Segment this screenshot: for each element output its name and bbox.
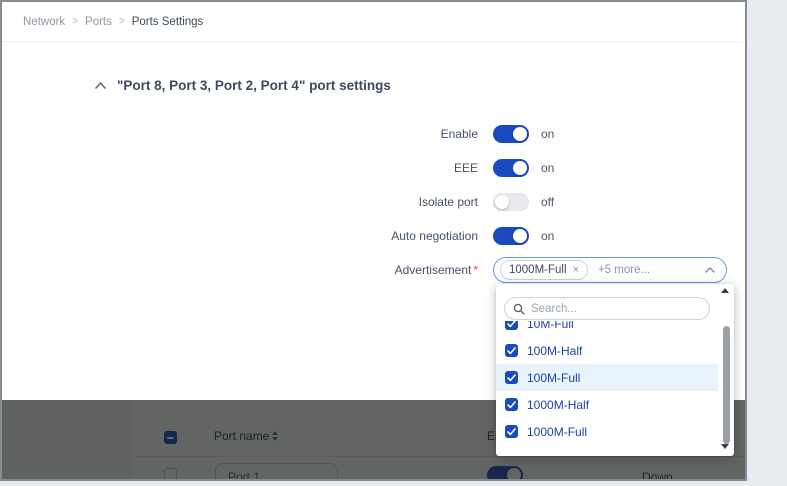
checkbox-checked-icon[interactable] <box>505 398 518 411</box>
isolate-port-toggle[interactable] <box>493 193 529 211</box>
breadcrumb-separator-icon: > <box>72 15 78 28</box>
advertisement-multiselect[interactable]: 1000M-Full × +5 more... <box>493 257 727 283</box>
checkbox-checked-icon[interactable] <box>505 371 518 384</box>
isolate-port-state-text: off <box>541 195 554 209</box>
option-label: 100M-Half <box>527 344 582 358</box>
breadcrumb-separator-icon: > <box>119 15 125 28</box>
advertisement-label: Advertisement* <box>2 263 478 277</box>
eee-label: EEE <box>2 161 478 175</box>
form-row-enable: Enable on <box>2 117 745 151</box>
more-items-text: +5 more... <box>598 264 650 276</box>
auto-negotiation-toggle[interactable] <box>493 227 529 245</box>
select-chevron-up-icon[interactable] <box>705 267 715 273</box>
option-label: 1000M-Full <box>527 425 587 439</box>
eee-state-text: on <box>541 161 554 175</box>
breadcrumb-ports-settings: Ports Settings <box>132 16 204 28</box>
enable-label: Enable <box>2 127 478 141</box>
form-row-isolate-port: Isolate port off <box>2 185 745 219</box>
breadcrumb-network[interactable]: Network <box>23 16 65 28</box>
scrollbar-thumb[interactable] <box>723 326 730 444</box>
auto-negotiation-label: Auto negotiation <box>2 229 478 243</box>
checkbox-checked-icon[interactable] <box>505 344 518 357</box>
breadcrumb: Network > Ports > Ports Settings <box>2 2 745 42</box>
section-title: "Port 8, Port 3, Port 2, Port 4" port se… <box>117 78 391 93</box>
form-row-advertisement: Advertisement* 1000M-Full × +5 more... <box>2 253 745 287</box>
chip-remove-icon[interactable]: × <box>573 264 579 276</box>
enable-toggle[interactable] <box>493 125 529 143</box>
option-10m-full[interactable]: 10M-Full <box>496 321 718 337</box>
option-label: 1000M-Half <box>527 398 589 412</box>
chevron-up-icon[interactable] <box>95 82 106 89</box>
enable-state-text: on <box>541 127 554 141</box>
scrollbar-down-arrow-icon[interactable] <box>720 444 730 452</box>
required-asterisk: * <box>473 263 478 277</box>
option-1000m-half[interactable]: 1000M-Half <box>496 391 718 418</box>
toggle-knob <box>513 127 527 141</box>
port-settings-form: Enable on EEE on Isolate port off Auto n… <box>2 117 745 287</box>
form-row-auto-negotiation: Auto negotiation on <box>2 219 745 253</box>
checkbox-checked-icon[interactable] <box>505 321 518 330</box>
breadcrumb-ports[interactable]: Ports <box>85 16 112 28</box>
search-icon <box>513 303 525 315</box>
option-label: 10M-Full <box>527 321 574 331</box>
selected-value-chip: 1000M-Full × <box>500 260 588 280</box>
form-row-eee: EEE on <box>2 151 745 185</box>
app-window: Network > Ports > Ports Settings "Port 8… <box>0 0 747 481</box>
dropdown-options-list: 10M-Full 100M-Half 100M-Full 1000M-Half … <box>496 321 718 449</box>
advertisement-dropdown-panel: 10M-Full 100M-Half 100M-Full 1000M-Half … <box>496 284 734 456</box>
chip-label: 1000M-Full <box>509 264 567 276</box>
option-label: 100M-Full <box>527 371 580 385</box>
eee-toggle[interactable] <box>493 159 529 177</box>
option-100m-half[interactable]: 100M-Half <box>496 337 718 364</box>
section-heading[interactable]: "Port 8, Port 3, Port 2, Port 4" port se… <box>95 78 391 93</box>
scrollbar-up-arrow-icon[interactable] <box>720 288 730 296</box>
checkbox-checked-icon[interactable] <box>505 425 518 438</box>
option-100m-full[interactable]: 100M-Full <box>496 364 718 391</box>
isolate-port-label: Isolate port <box>2 195 478 209</box>
search-input[interactable] <box>531 303 691 315</box>
toggle-knob <box>513 229 527 243</box>
toggle-knob <box>495 195 509 209</box>
dropdown-search-box[interactable] <box>504 297 710 320</box>
advertisement-label-text: Advertisement <box>395 263 472 277</box>
option-1000m-full[interactable]: 1000M-Full <box>496 418 718 445</box>
auto-negotiation-state-text: on <box>541 229 554 243</box>
toggle-knob <box>513 161 527 175</box>
